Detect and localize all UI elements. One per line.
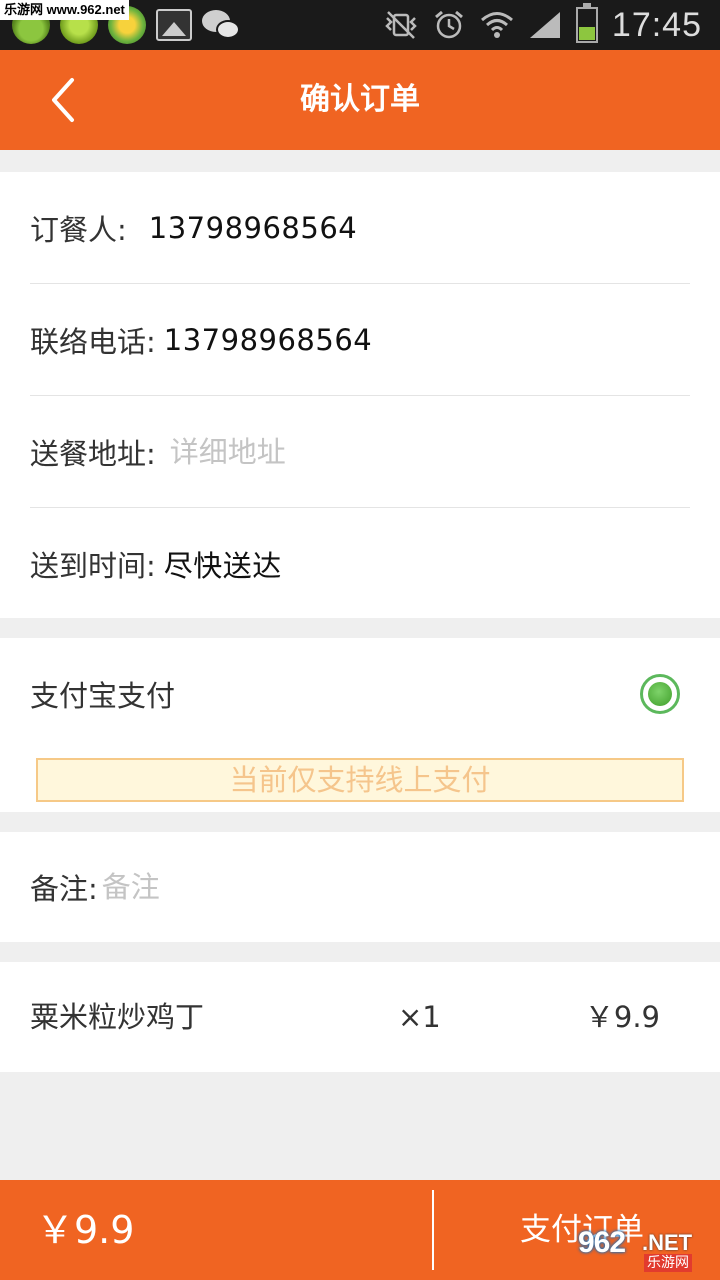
total-price: ￥9.9: [36, 1208, 135, 1252]
image-icon: [156, 9, 192, 41]
phone-label: 联络电话:: [30, 324, 156, 359]
payment-method-label: 支付宝支付: [30, 679, 176, 713]
delivery-time-value[interactable]: 尽快送达: [164, 543, 282, 585]
watermark-number: 962: [578, 1226, 626, 1259]
alarm-icon: [434, 10, 463, 39]
watermark-domain: .NET: [642, 1230, 693, 1255]
payment-card: 支付宝支付 当前仅支持线上支付: [0, 638, 720, 812]
wifi-icon: [480, 12, 513, 38]
address-label: 送餐地址:: [30, 436, 156, 471]
checkout-bar: ￥9.9 支付订单 962 .NET 乐游网: [0, 1180, 720, 1280]
clock: 17:45: [611, 5, 702, 44]
payment-notice: 当前仅支持线上支付: [36, 758, 684, 802]
address-input[interactable]: [169, 434, 570, 469]
delivery-time-label: 送到时间:: [30, 549, 156, 583]
item-name: 粟米粒炒鸡丁: [30, 1000, 205, 1034]
wechat-icon: [202, 8, 242, 42]
orderer-value: 13798968564: [148, 210, 358, 245]
status-bar: 乐游网 www.962.net 17:45: [0, 0, 720, 50]
signal-icon: [529, 12, 560, 38]
site-watermark: 962 .NET 乐游网: [578, 1226, 714, 1276]
radio-selected-dot: [648, 682, 672, 706]
address-row: 送餐地址:: [30, 396, 690, 508]
payment-method-row[interactable]: 支付宝支付: [30, 638, 690, 750]
remark-card: 备注:: [0, 832, 720, 942]
title-bar: 确认订单: [0, 50, 720, 150]
list-item: 粟米粒炒鸡丁 ×1 ￥9.9: [30, 962, 690, 1072]
phone-value: 13798968564: [163, 322, 373, 357]
system-icons: 17:45: [384, 3, 702, 46]
order-items-card: 粟米粒炒鸡丁 ×1 ￥9.9: [0, 962, 720, 1072]
remark-row: 备注:: [30, 832, 690, 942]
orderer-row: 订餐人: 13798968564: [30, 172, 690, 284]
order-info-card: 订餐人: 13798968564 联络电话: 13798968564 送餐地址:…: [0, 172, 720, 618]
battery-icon: [575, 3, 598, 43]
item-quantity: ×1: [398, 1000, 441, 1034]
remark-label: 备注:: [30, 872, 98, 906]
phone-row: 联络电话: 13798968564: [30, 284, 690, 396]
page-title: 确认订单: [300, 82, 420, 117]
payment-radio-button[interactable]: [640, 674, 680, 714]
watermark-label: 乐游网 www.962.net: [0, 0, 129, 20]
vibrate-icon: [385, 11, 417, 39]
orderer-label: 订餐人:: [30, 212, 127, 247]
remark-input[interactable]: [101, 870, 602, 904]
item-price: ￥9.9: [584, 1000, 660, 1034]
delivery-time-row[interactable]: 送到时间: 尽快送达: [30, 508, 690, 620]
watermark-name: 乐游网: [644, 1254, 692, 1272]
